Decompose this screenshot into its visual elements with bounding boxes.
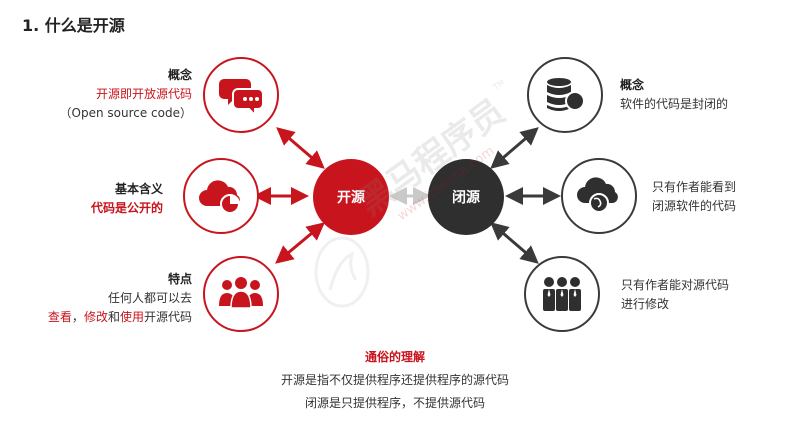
features-sep1: ， xyxy=(71,310,84,324)
chat-bubbles-icon xyxy=(203,57,279,133)
cloud-chart-icon xyxy=(183,158,259,234)
features-tail: 开源代码 xyxy=(143,310,192,324)
closed-visibility-line1: 只有作者能看到 xyxy=(652,180,737,194)
arrow-modify-closed xyxy=(490,222,539,264)
open-features-line1: 任何人都可以去 xyxy=(107,291,192,305)
closed-modify-text: 只有作者能对源代码 进行修改 xyxy=(621,276,729,314)
open-concept-heading: 概念 xyxy=(167,68,192,82)
summary-heading: 通俗的理解 xyxy=(364,350,425,364)
open-meaning-line1: 代码是公开的 xyxy=(90,201,163,215)
arrow-concept-open xyxy=(276,127,325,169)
open-concept-text: 概念 开源即开放源代码 （Open source code） xyxy=(60,66,192,123)
database-icon xyxy=(527,57,603,133)
cloud-globe-icon xyxy=(561,158,637,234)
closed-visibility-line2: 闭源软件的代码 xyxy=(652,199,737,213)
closed-source-hub: 闭源 xyxy=(428,159,504,235)
open-features-text: 特点 任何人都可以去 查看，修改和使用开源代码 xyxy=(48,270,192,327)
open-concept-line2: （Open source code） xyxy=(59,106,192,120)
team-people-icon xyxy=(203,256,279,332)
closed-concept-text: 概念 软件的代码是封闭的 xyxy=(620,76,728,114)
open-features-heading: 特点 xyxy=(167,272,192,286)
closed-concept-heading: 概念 xyxy=(620,78,645,92)
closed-modify-line1: 只有作者能对源代码 xyxy=(621,278,730,292)
closed-modify-line2: 进行修改 xyxy=(621,297,670,311)
arrow-concept-closed xyxy=(490,127,539,169)
summary-line2: 闭源是只提供程序，不提供源代码 xyxy=(304,396,485,410)
features-modify: 修改 xyxy=(83,310,108,324)
open-features-line2: 查看，修改和使用开源代码 xyxy=(48,308,192,327)
summary-line1: 开源是指不仅提供程序还提供程序的源代码 xyxy=(280,373,509,387)
features-view: 查看 xyxy=(47,310,72,324)
open-meaning-text: 基本含义 代码是公开的 xyxy=(91,180,163,218)
features-sep2: 和 xyxy=(107,310,120,324)
open-concept-line1: 开源即开放源代码 xyxy=(95,87,192,101)
arrow-features-open xyxy=(275,222,325,264)
business-team-icon xyxy=(524,256,600,332)
closed-concept-line1: 软件的代码是封闭的 xyxy=(620,97,729,111)
closed-visibility-text: 只有作者能看到 闭源软件的代码 xyxy=(652,178,736,216)
features-use: 使用 xyxy=(119,310,144,324)
open-source-hub: 开源 xyxy=(313,159,389,235)
open-meaning-heading: 基本含义 xyxy=(114,182,163,196)
